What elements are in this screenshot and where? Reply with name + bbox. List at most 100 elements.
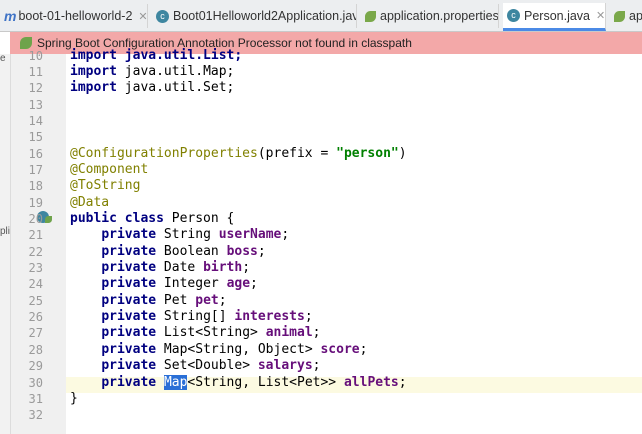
punctuation: (prefix = [257,145,337,161]
type-name: Set<Double> [156,358,258,374]
spring-leaf-icon [365,10,376,22]
line-number: 19 [28,195,43,210]
line-number: 18 [28,179,43,194]
tab-label: Boot01Helloworld2Application.java [173,9,357,23]
field-name: salarys [257,358,313,374]
line-number: 29 [28,359,43,374]
string-literal: "person" [336,145,399,161]
keyword: private [101,341,157,357]
field-name: boss [226,243,258,259]
line-number: 24 [28,277,43,292]
line-number: 30 [28,375,43,390]
keyword: private [101,358,157,374]
close-icon[interactable]: ✕ [596,9,605,22]
spring-bean-icon[interactable] [45,216,52,223]
keyword: private [101,309,157,325]
panel-fragment-text: e [0,53,6,64]
close-icon[interactable]: ✕ [138,10,147,23]
class-icon: c [156,9,169,23]
line-number: 28 [28,342,43,357]
line-number: 12 [28,81,43,96]
line-number: 21 [28,228,43,243]
code-line-17: @Component [70,161,149,177]
punctuation: ; [250,276,258,292]
punctuation: ; [257,243,266,259]
keyword: import [70,63,117,79]
line-number: 13 [28,97,43,112]
class-icon: c [507,9,520,22]
type-name: <String, List<Pet>> [187,374,344,390]
tab-person-java[interactable]: c Person.java ✕ [503,3,606,31]
keyword: private [101,227,157,243]
code-line-16: @ConfigurationProperties(prefix = "perso… [70,146,407,162]
field-name: birth [203,260,243,276]
tab-boot01helloworld2application[interactable]: c Boot01Helloworld2Application.java ✕ [152,4,357,28]
line-number: 17 [28,162,43,177]
code-line-22: private Boolean boss; [70,243,266,260]
package-name: java.util. [116,63,204,79]
code-editor[interactable]: import java.util.List; import java.util.… [66,48,642,434]
panel-fragment-text: pli [0,226,10,237]
punctuation: ; [218,292,227,308]
keyword: import [70,80,117,96]
line-number: 11 [28,64,43,79]
line-number: 10 [28,48,43,63]
keyword: private [101,292,157,308]
punctuation: ; [312,358,321,374]
tab-label: Person.java [524,8,591,23]
line-number: 32 [28,408,43,423]
field-name: pet [195,292,219,308]
field-name: interests [234,309,305,325]
tab-label: boot-01-helloworld-2 [18,9,133,23]
code-line-20: public class Person { [70,211,234,227]
code-line-10: import java.util.List; [70,48,242,64]
code-line-21: private String userName; [70,227,289,243]
line-number: 14 [28,113,43,128]
code-line-11: import java.util.Map; [70,64,234,80]
tab-boot-01-helloworld-2[interactable]: m boot-01-helloworld-2 ✕ [0,4,148,28]
annotation: @ConfigurationProperties [70,145,258,161]
code-line-25: private Pet pet; [70,292,227,309]
code-line-12: import java.util.Set; [70,80,234,96]
type-name: Map<String, Object> [156,341,321,357]
code-line-24: private Integer age; [70,276,258,292]
punctuation: ; [304,309,313,325]
spring-leaf-icon [614,10,625,22]
tab-app[interactable]: app [610,4,642,28]
editor-tab-bar: m boot-01-helloworld-2 ✕ c Boot01Hellowo… [0,0,642,32]
class-reference: Map [203,63,227,79]
field-name: age [226,276,251,292]
line-number: 25 [28,293,43,308]
type-name: String[] [156,309,235,325]
keyword: private [101,243,157,259]
line-number: 23 [28,261,43,276]
package-name: java.util.Set; [116,80,235,96]
tab-application-properties[interactable]: application.properties ✕ [361,4,499,28]
code-line-29: private Set<Double> salarys; [70,358,320,374]
punctuation: ; [359,341,368,357]
field-name: score [320,341,360,357]
field-name: userName [218,227,282,243]
code-line-26: private String[] interests; [70,309,313,325]
tab-label: application.properties [380,9,499,23]
type-name: Boolean [156,243,227,259]
code-line-18: @ToString [70,178,141,194]
field-name: animal [265,325,313,341]
code-line-23: private Date birth; [70,260,250,276]
line-number-gutter: 10 11 12 13 14 15 16 17 18 19 20 21 22 23 24 25 26 27 28 29… [11,49,85,434]
tab-label: app [629,9,642,23]
type-name: List<String> [156,325,266,341]
keyword: private [101,374,157,390]
punctuation: ) [398,145,407,161]
line-number: 15 [28,130,43,145]
keyword: private [101,276,157,292]
line-number: 22 [28,244,43,259]
punctuation: ; [398,374,407,390]
code-line-28: private Map<String, Object> score; [70,342,367,358]
project-panel-edge: e pli [0,53,11,434]
line-number: 31 [28,391,43,406]
punctuation: ; [226,63,235,79]
code-line-19: @Data [70,194,110,210]
type-name: Pet [156,292,196,308]
punctuation: ; [312,325,321,341]
